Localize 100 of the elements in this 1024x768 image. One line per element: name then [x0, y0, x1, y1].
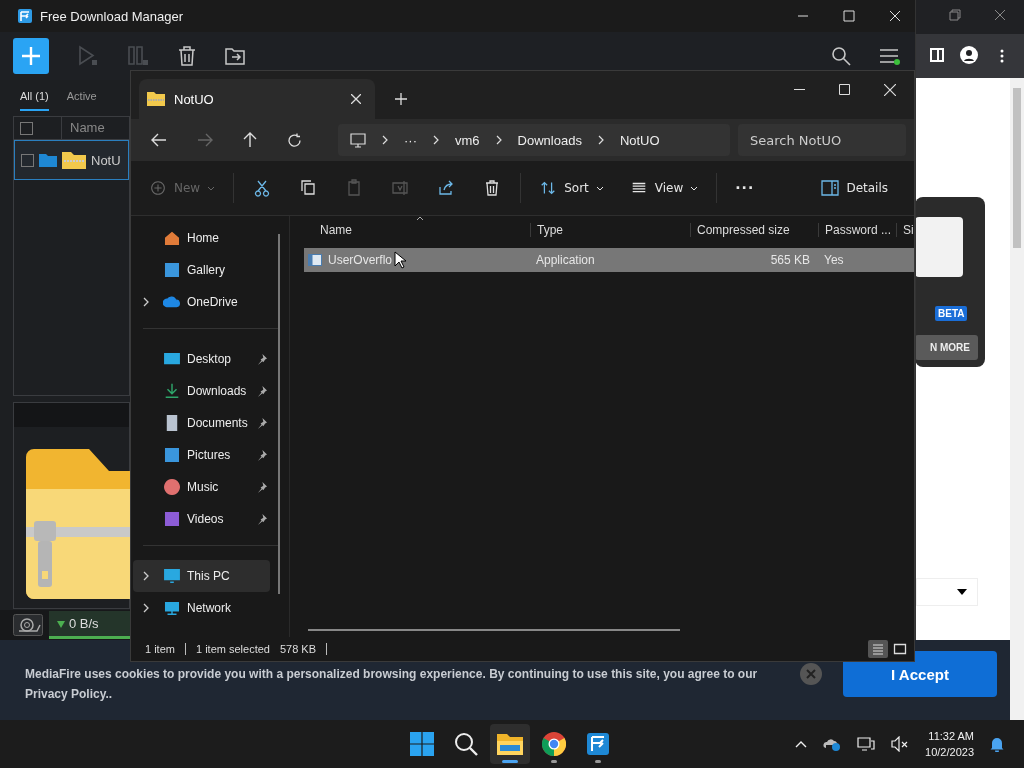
clock-time[interactable]: 11:32 AM: [928, 728, 974, 744]
breadcrumb-item[interactable]: Downloads: [517, 132, 582, 148]
navigation-item[interactable]: Desktop: [133, 343, 270, 375]
more-options-button[interactable]: ···: [735, 180, 755, 196]
navigation-item[interactable]: Downloads: [133, 375, 270, 407]
plus-icon: [21, 46, 41, 66]
snail-icon[interactable]: [13, 614, 43, 636]
folder-icon[interactable]: [39, 153, 57, 167]
download-row[interactable]: NotU: [14, 140, 129, 180]
add-download-button[interactable]: [13, 38, 49, 74]
chevron-up-icon[interactable]: [795, 740, 808, 748]
pin-icon[interactable]: [256, 385, 267, 397]
scrollbar[interactable]: [308, 629, 680, 631]
move-to-folder-icon[interactable]: [225, 47, 245, 65]
selection-size: 578 KB: [279, 643, 317, 655]
filter-tab[interactable]: Active: [66, 90, 97, 109]
refresh-icon[interactable]: [287, 132, 302, 148]
picture-icon: [163, 261, 181, 279]
breadcrumb-item[interactable]: vm6: [455, 132, 480, 148]
sort-button[interactable]: Sort: [539, 179, 604, 197]
chevron-right-icon: [433, 135, 439, 145]
column-header[interactable]: Si: [896, 223, 914, 237]
column-header[interactable]: Compressed size: [690, 223, 818, 237]
search-icon[interactable]: [831, 46, 851, 66]
speaker-muted-icon[interactable]: [891, 736, 910, 752]
navigation-item[interactable]: Music: [133, 471, 270, 503]
navigation-item[interactable]: Videos: [133, 503, 270, 535]
windows-logo-icon: [410, 732, 434, 756]
forward-icon[interactable]: [197, 133, 213, 147]
view-button[interactable]: View: [629, 179, 699, 197]
mouse-pointer-icon: [394, 251, 406, 269]
display-icon[interactable]: [857, 736, 876, 752]
expand-chevron-icon[interactable]: [143, 571, 149, 581]
file-row[interactable]: UserOverflo Application 565 KB Yes: [304, 248, 914, 272]
column-header[interactable]: Name: [304, 223, 530, 237]
file-type: Application: [535, 253, 596, 267]
restore-icon[interactable]: [949, 9, 961, 21]
navigation-item[interactable]: This PC: [133, 560, 270, 592]
pin-icon[interactable]: [256, 449, 267, 461]
download-manager-icon: [587, 733, 609, 755]
column-header[interactable]: Password ...: [818, 223, 896, 237]
kebab-menu-icon[interactable]: [1000, 49, 1004, 63]
selection-info: 1 item selected: [195, 643, 270, 655]
application-icon: [308, 254, 322, 266]
input-field[interactable]: [915, 217, 963, 277]
pin-icon[interactable]: [256, 353, 267, 365]
zip-folder-icon: [62, 151, 86, 169]
pin-icon[interactable]: [256, 481, 267, 493]
navigation-item[interactable]: Home: [133, 222, 270, 254]
scrollbar[interactable]: [278, 234, 280, 594]
select-all-checkbox[interactable]: [20, 121, 33, 135]
maximize-icon[interactable]: [843, 10, 855, 22]
pin-icon[interactable]: [256, 513, 267, 525]
window-title: Free Download Manager: [40, 8, 184, 24]
column-header[interactable]: Type: [530, 223, 690, 237]
scrollbar[interactable]: [1010, 78, 1024, 720]
profile-icon[interactable]: [960, 46, 978, 64]
taskbar-button[interactable]: [490, 724, 530, 764]
navigation-label: OneDrive: [187, 295, 239, 309]
cookie-message: MediaFire uses cookies to provide you with a personalized browsing experience. By continuing to use this site, you agree to our Privacy Policy..: [25, 666, 759, 703]
dropdown-field[interactable]: [916, 578, 978, 606]
menu-icon[interactable]: [879, 46, 901, 66]
learn-more-button[interactable]: N MORE: [915, 335, 978, 360]
bell-icon[interactable]: [990, 736, 1004, 752]
cloud-icon[interactable]: [823, 737, 842, 751]
address-bar[interactable]: ··· vm6 Downloads NotUO: [338, 124, 730, 156]
navigation-label: Network: [187, 601, 232, 615]
navigation-label: Downloads: [187, 384, 248, 398]
breadcrumb-item[interactable]: NotUO: [619, 132, 660, 148]
details-pane-button[interactable]: Details: [821, 180, 888, 196]
navigation-item[interactable]: Gallery: [133, 254, 270, 286]
list-icon: [871, 642, 885, 656]
search-field[interactable]: Search NotUO: [738, 124, 906, 156]
up-icon[interactable]: [243, 132, 257, 148]
home-icon: [163, 229, 181, 247]
clock-date[interactable]: 10/2/2023: [925, 744, 974, 760]
expand-chevron-icon[interactable]: [143, 297, 149, 307]
navigation-item[interactable]: Documents: [133, 407, 270, 439]
chevron-right-icon: [495, 135, 502, 145]
sidebar-icon[interactable]: [930, 48, 944, 62]
picture-icon: [163, 446, 181, 464]
navigation-item[interactable]: Pictures: [133, 439, 270, 471]
folder-tab[interactable]: NotUO: [139, 79, 375, 119]
network-icon: [163, 599, 181, 617]
filter-tab[interactable]: All (1): [20, 90, 49, 111]
navigation-item[interactable]: Network: [133, 592, 270, 624]
row-checkbox[interactable]: [21, 153, 34, 167]
breadcrumb-item[interactable]: ···: [404, 132, 417, 148]
pin-icon[interactable]: [256, 417, 267, 429]
column-header[interactable]: Name: [61, 117, 105, 139]
back-icon[interactable]: [151, 133, 167, 147]
trash-icon[interactable]: [177, 45, 197, 67]
navigation-item[interactable]: OneDrive: [133, 286, 270, 318]
zip-folder-icon: [147, 92, 165, 106]
maximize-icon[interactable]: [839, 84, 850, 95]
expand-chevron-icon[interactable]: [143, 603, 149, 613]
file-size: 565 KB: [769, 253, 811, 267]
navigation-label: Home: [187, 231, 220, 245]
chevron-right-icon: [597, 135, 604, 145]
new-tab-icon[interactable]: [395, 93, 407, 105]
